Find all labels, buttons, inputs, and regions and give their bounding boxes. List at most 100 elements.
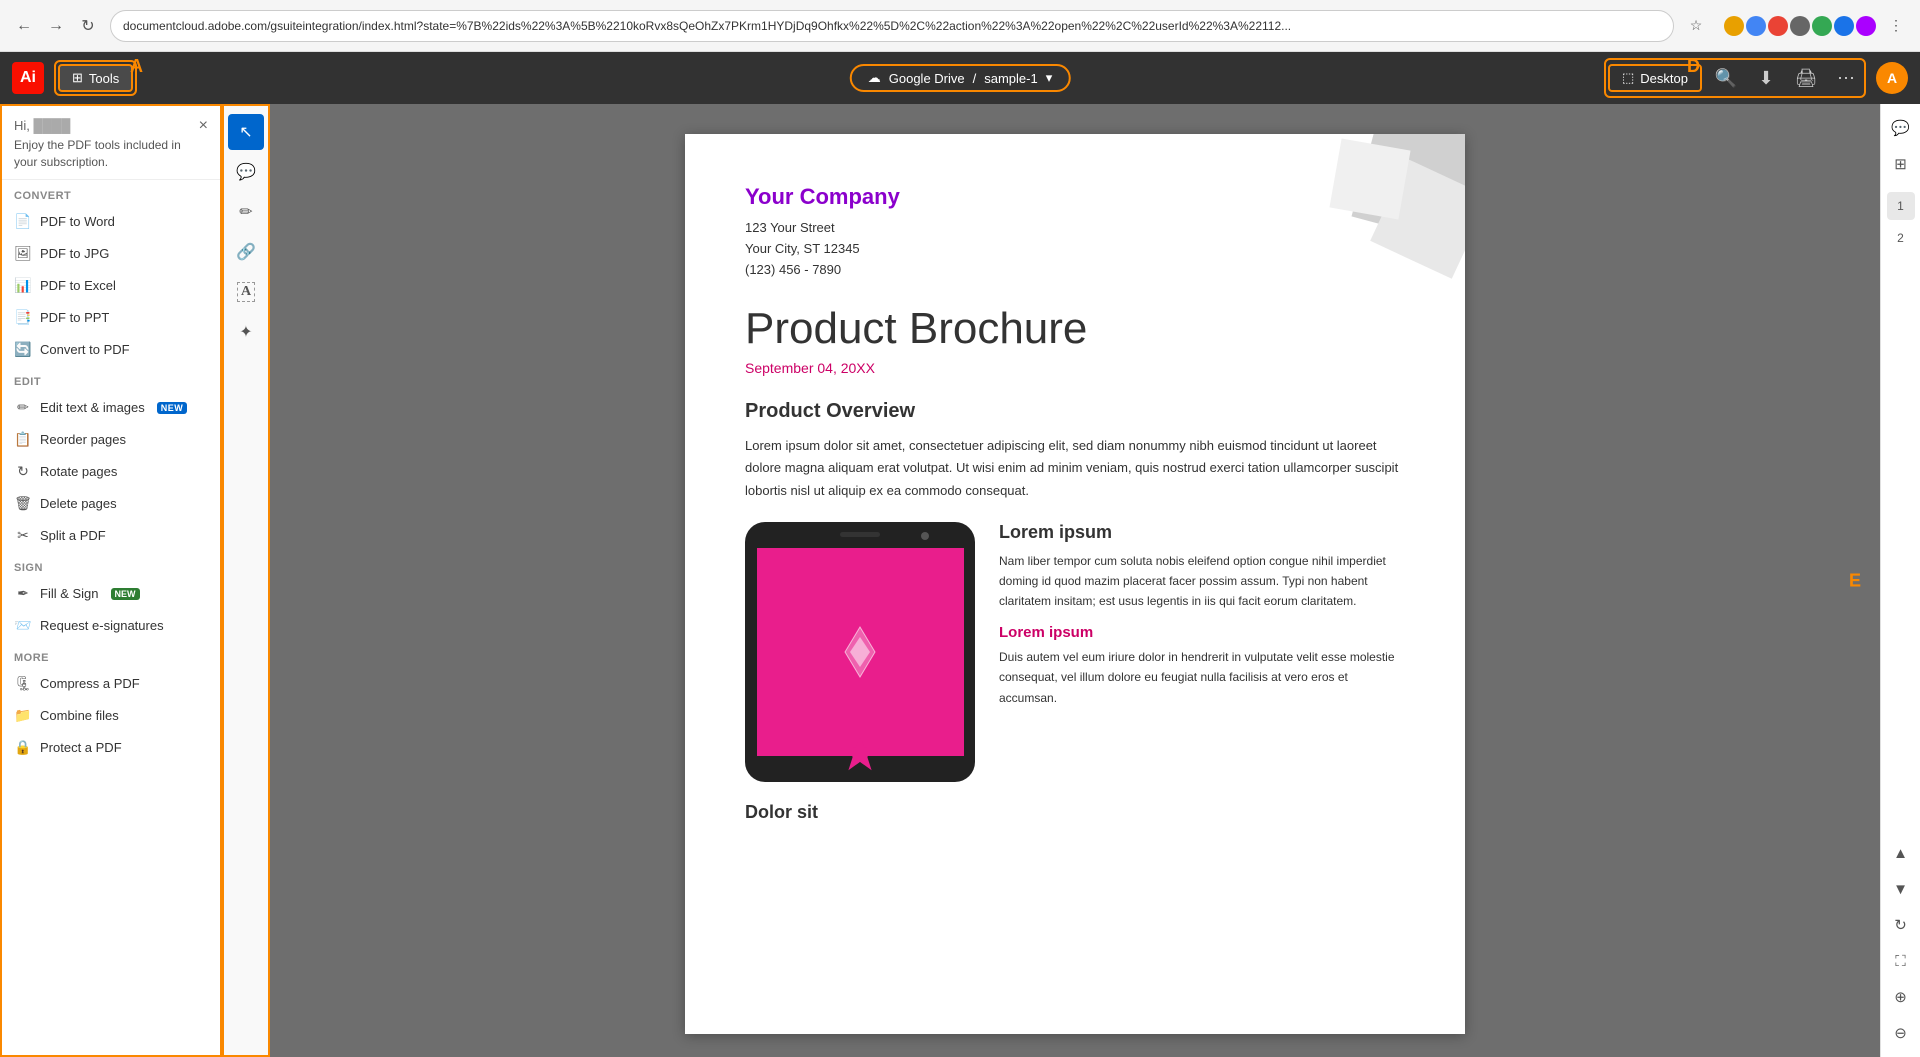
reorder-pages-icon: 📋 — [14, 431, 32, 449]
left-sidebar: Hi, ████ Enjoy the PDF tools included in… — [0, 104, 222, 1057]
top-bar-right: ⬚ Desktop 🔍 ⬇ 🖨 ⋯ D A — [1604, 58, 1908, 98]
sidebar-item-delete-pages[interactable]: 🗑 Delete pages — [2, 488, 220, 520]
rotate-pages-icon: ↻ — [14, 463, 32, 481]
product-section: Lorem ipsum Nam liber tempor cum soluta … — [745, 522, 1405, 782]
protect-label: Protect a PDF — [40, 740, 122, 755]
ext-icon-4 — [1790, 16, 1810, 36]
link-tool-button[interactable]: 🔗 — [228, 234, 264, 270]
forward-button[interactable]: → — [42, 12, 70, 40]
zoom-out-button[interactable]: ⊖ — [1885, 1017, 1917, 1049]
scroll-up-button[interactable]: ▲ — [1885, 837, 1917, 869]
sidebar-item-pdf-to-jpg[interactable]: 🖼 PDF to JPG — [2, 238, 220, 270]
zoom-in-button[interactable]: ⊕ — [1885, 981, 1917, 1013]
user-avatar[interactable]: A — [1876, 62, 1908, 94]
sidebar-item-compress[interactable]: 🗜 Compress a PDF — [2, 668, 220, 700]
sidebar-item-fill-sign[interactable]: ✒ Fill & Sign NEW — [2, 578, 220, 610]
deco-shapes — [1265, 134, 1465, 334]
pdf-viewer[interactable]: Your Company 123 Your Street Your City, … — [270, 104, 1880, 1057]
product-overview-title: Product Overview — [745, 400, 1405, 423]
page-1-button[interactable]: 1 — [1887, 192, 1915, 220]
edit-text-icon: ✏ — [14, 399, 32, 417]
refresh-view-button[interactable]: ↻ — [1885, 909, 1917, 941]
comments-panel-button[interactable]: 💬 — [1885, 112, 1917, 144]
split-pdf-icon: ✂ — [14, 527, 32, 545]
refresh-button[interactable]: ↻ — [74, 12, 102, 40]
label-e: E — [1849, 570, 1861, 591]
split-pdf-label: Split a PDF — [40, 528, 106, 543]
pdf-to-word-icon: 📄 — [14, 213, 32, 231]
fit-page-button[interactable]: ⛶ — [1885, 945, 1917, 977]
convert-to-pdf-icon: 🔄 — [14, 341, 32, 359]
label-a: A — [130, 56, 143, 77]
main-content: Hi, ████ Enjoy the PDF tools included in… — [0, 104, 1920, 1057]
draw-tool-button[interactable]: ✏ — [228, 194, 264, 230]
delete-pages-icon: 🗑 — [14, 495, 32, 513]
ext-icon-1 — [1724, 16, 1744, 36]
thumbnails-button[interactable]: ⊞ — [1885, 148, 1917, 180]
desktop-icon: ⬚ — [1622, 70, 1634, 86]
adobe-logo: Ai — [12, 62, 44, 94]
stamp-tool-button[interactable]: ✦ — [228, 314, 264, 350]
sidebar-close-button[interactable]: × — [199, 118, 208, 134]
combine-icon: 📁 — [14, 707, 32, 725]
compress-icon: 🗜 — [14, 675, 32, 693]
request-esig-label: Request e-signatures — [40, 618, 164, 633]
combine-label: Combine files — [40, 708, 119, 723]
dropdown-icon[interactable]: ▾ — [1046, 70, 1053, 86]
edit-text-label: Edit text & images — [40, 400, 145, 415]
product-overview-body: Lorem ipsum dolor sit amet, consectetuer… — [745, 435, 1405, 501]
sidebar-greeting: Hi, ████ Enjoy the PDF tools included in… — [14, 118, 199, 171]
deco-rect-3 — [1329, 138, 1410, 219]
ext-icon-7 — [1856, 16, 1876, 36]
phone-camera — [921, 532, 929, 540]
tools-tab[interactable]: ⊞ Tools — [58, 64, 133, 92]
search-button[interactable]: 🔍 — [1710, 62, 1742, 94]
sidebar-item-edit-text[interactable]: ✏ Edit text & images NEW — [2, 392, 220, 424]
text-tool-button[interactable]: A — [228, 274, 264, 310]
select-icon: ↖ — [239, 122, 252, 142]
scroll-down-button[interactable]: ▼ — [1885, 873, 1917, 905]
file-name[interactable]: sample-1 — [984, 71, 1037, 86]
sidebar-item-split-pdf[interactable]: ✂ Split a PDF — [2, 520, 220, 552]
sign-section-label: SIGN — [2, 552, 220, 578]
sidebar-item-pdf-to-excel[interactable]: 📊 PDF to Excel — [2, 270, 220, 302]
print-button[interactable]: 🖨 — [1790, 62, 1822, 94]
address-bar[interactable]: documentcloud.adobe.com/gsuiteintegratio… — [110, 10, 1674, 42]
ext-icon-5 — [1812, 16, 1832, 36]
sidebar-item-request-esig[interactable]: 📨 Request e-signatures — [2, 610, 220, 642]
sidebar-item-convert-to-pdf[interactable]: 🔄 Convert to PDF — [2, 334, 220, 366]
file-breadcrumb[interactable]: ☁ Google Drive / sample-1 ▾ — [850, 64, 1071, 92]
ext-icon-6 — [1834, 16, 1854, 36]
bookmark-button[interactable]: ☆ — [1682, 12, 1710, 40]
page-2-button[interactable]: 2 — [1887, 224, 1915, 252]
fill-sign-icon: ✒ — [14, 585, 32, 603]
phone-screen — [757, 548, 964, 756]
scroll-up-icon: ▲ — [1893, 845, 1908, 862]
lorem-body: Nam liber tempor cum soluta nobis eleife… — [999, 551, 1405, 612]
download-button[interactable]: ⬇ — [1750, 62, 1782, 94]
sidebar-item-reorder-pages[interactable]: 📋 Reorder pages — [2, 424, 220, 456]
url-text: documentcloud.adobe.com/gsuiteintegratio… — [123, 19, 1291, 33]
lorem-pink-body: Duis autem vel eum iriure dolor in hendr… — [999, 647, 1405, 708]
pdf-to-ppt-label: PDF to PPT — [40, 310, 109, 325]
edit-section-label: EDIT — [2, 366, 220, 392]
thumbnails-icon: ⊞ — [1894, 155, 1907, 173]
convert-to-pdf-label: Convert to PDF — [40, 342, 130, 357]
top-bar: Ai ⊞ Tools A ☁ Google Drive / sample-1 ▾… — [0, 52, 1920, 104]
sidebar-item-protect[interactable]: 🔒 Protect a PDF — [2, 732, 220, 764]
select-tool-button[interactable]: ↖ — [228, 114, 264, 150]
comment-tool-button[interactable]: 💬 — [228, 154, 264, 190]
sidebar-item-rotate-pages[interactable]: ↻ Rotate pages — [2, 456, 220, 488]
phone-mockup — [745, 522, 975, 782]
fit-page-icon: ⛶ — [1895, 953, 1906, 970]
pdf-page: Your Company 123 Your Street Your City, … — [685, 134, 1465, 1034]
sidebar-item-pdf-to-word[interactable]: 📄 PDF to Word — [2, 206, 220, 238]
menu-button[interactable]: ⋮ — [1882, 12, 1910, 40]
link-icon: 🔗 — [236, 242, 256, 262]
sidebar-item-pdf-to-ppt[interactable]: 📑 PDF to PPT — [2, 302, 220, 334]
more-options-button[interactable]: ⋯ — [1830, 62, 1862, 94]
sidebar-item-combine[interactable]: 📁 Combine files — [2, 700, 220, 732]
phone-notch — [840, 532, 880, 537]
back-button[interactable]: ← — [10, 12, 38, 40]
lorem-section: Lorem ipsum Nam liber tempor cum soluta … — [999, 522, 1405, 782]
